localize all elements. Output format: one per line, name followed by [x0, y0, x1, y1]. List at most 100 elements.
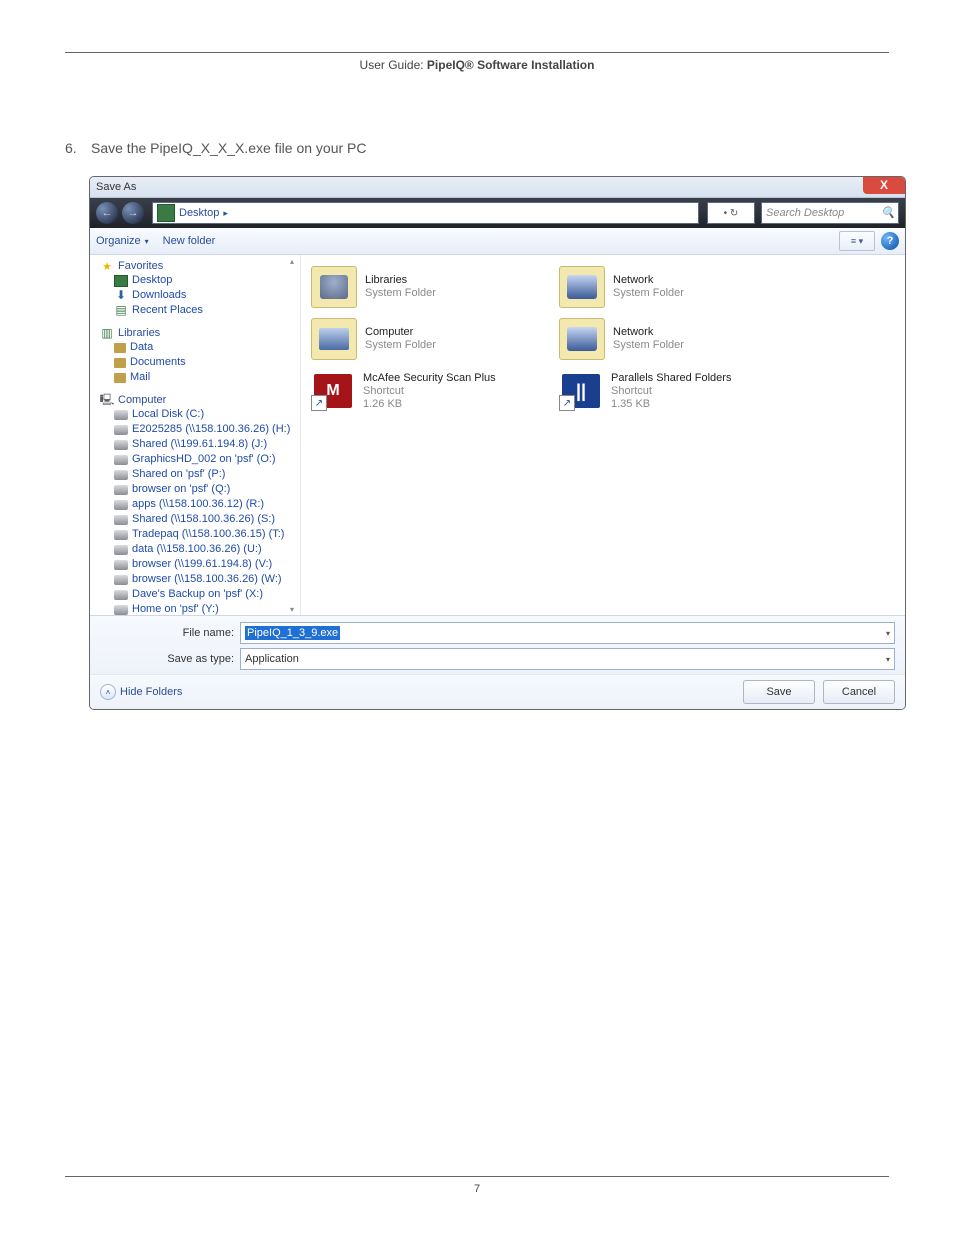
tile-meta: System Folder — [613, 339, 684, 352]
network-drive-icon — [114, 590, 128, 600]
hdd-icon — [114, 410, 128, 420]
search-icon: 🔍 — [881, 206, 895, 220]
nav-favorites[interactable]: ★ Favorites — [100, 259, 300, 273]
search-placeholder: Search Desktop — [766, 207, 844, 219]
nav-tree[interactable]: ▴ ★ Favorites Desktop ⬇Downloads ▤Recent… — [90, 255, 301, 615]
nav-item-drive[interactable]: GraphicsHD_002 on 'psf' (O:) — [114, 452, 300, 467]
breadcrumb-label: Desktop — [179, 207, 219, 219]
nav-item-downloads[interactable]: ⬇Downloads — [114, 288, 300, 303]
toolbar-right: ≡ ▾ ? — [839, 231, 899, 251]
chevron-right-icon: ▸ — [223, 208, 228, 219]
tile-meta: System Folder — [613, 287, 684, 300]
content-tile[interactable]: MMcAfee Security Scan PlusShortcut1.26 K… — [307, 365, 555, 417]
network-drive-icon — [114, 485, 128, 495]
network-drive-icon — [114, 470, 128, 480]
nav-item-drive[interactable]: Home on 'psf' (Y:) — [114, 602, 300, 615]
tile-label: ComputerSystem Folder — [365, 326, 436, 352]
network-drive-icon — [114, 530, 128, 540]
nav-item-label: Home on 'psf' (Y:) — [132, 602, 219, 615]
nav-item-drive[interactable]: E2025285 (\\158.100.36.26) (H:) — [114, 422, 300, 437]
breadcrumb[interactable]: Desktop ▸ — [152, 202, 699, 224]
nav-item-desktop[interactable]: Desktop — [114, 273, 300, 288]
nav-computer[interactable]: 🖳 Computer — [100, 393, 300, 407]
nav-item-drive[interactable]: apps (\\158.100.36.12) (R:) — [114, 497, 300, 512]
folder-icon — [114, 373, 126, 383]
tile-label: McAfee Security Scan PlusShortcut1.26 KB — [363, 372, 496, 411]
nav-item-label: E2025285 (\\158.100.36.26) (H:) — [132, 422, 290, 437]
tile-meta: System Folder — [365, 287, 436, 300]
download-icon: ⬇ — [114, 289, 128, 303]
chevron-up-icon: ˄ — [100, 684, 116, 700]
nav-item-drive[interactable]: browser on 'psf' (Q:) — [114, 482, 300, 497]
nav-item-label: Tradepaq (\\158.100.36.15) (T:) — [132, 527, 284, 542]
hide-folders-button[interactable]: ˄ Hide Folders — [100, 684, 182, 700]
hide-folders-label: Hide Folders — [120, 686, 182, 698]
view-button[interactable]: ≡ ▾ — [839, 231, 875, 251]
nav-item-drive[interactable]: Shared on 'psf' (P:) — [114, 467, 300, 482]
nav-item-label: Mail — [130, 370, 150, 385]
nav-item-mail[interactable]: Mail — [114, 370, 300, 385]
tile-meta: System Folder — [365, 339, 436, 352]
nav-favorites-label: Favorites — [118, 260, 163, 272]
nav-item-drive[interactable]: Shared (\\199.61.194.8) (J:) — [114, 437, 300, 452]
page-number: 7 — [65, 1183, 889, 1195]
tile-thumbnail — [559, 266, 605, 308]
nav-item-label: Dave's Backup on 'psf' (X:) — [132, 587, 263, 602]
content-tile[interactable]: LibrariesSystem Folder — [307, 261, 555, 313]
tile-meta: Shortcut — [363, 385, 496, 398]
nav-item-drive[interactable]: data (\\158.100.36.26) (U:) — [114, 542, 300, 557]
chevron-down-icon: ▾ — [145, 237, 149, 246]
folder-icon — [114, 343, 126, 353]
nav-item-label: browser (\\158.100.36.26) (W:) — [132, 572, 282, 587]
content-tile[interactable]: NetworkSystem Folder — [555, 261, 803, 313]
desktop-icon — [114, 275, 128, 287]
filename-input[interactable]: PipeIQ_1_3_9.exe ▾ — [240, 622, 895, 644]
step-row: 6. Save the PipeIQ_X_X_X.exe file on you… — [65, 140, 889, 156]
nav-item-drive[interactable]: browser (\\199.61.194.8) (V:) — [114, 557, 300, 572]
savetype-label: Save as type: — [154, 653, 234, 665]
help-button[interactable]: ? — [881, 232, 899, 250]
nav-item-recent[interactable]: ▤Recent Places — [114, 303, 300, 318]
filename-row: File name: PipeIQ_1_3_9.exe ▾ — [154, 622, 895, 644]
scroll-down-icon: ▾ — [290, 605, 298, 613]
content-pane[interactable]: LibrariesSystem Folder NetworkSystem Fold… — [301, 255, 905, 615]
computer-icon: 🖳 — [100, 393, 114, 407]
nav-item-drive[interactable]: Local Disk (C:) — [114, 407, 300, 422]
header-strong: PipeIQ® Software Installation — [427, 58, 595, 72]
nav-item-label: Shared on 'psf' (P:) — [132, 467, 225, 482]
content-tile[interactable]: NetworkSystem Folder — [555, 313, 803, 365]
nav-item-drive[interactable]: Shared (\\158.100.36.26) (S:) — [114, 512, 300, 527]
nav-item-label: Documents — [130, 355, 186, 370]
tile-label: NetworkSystem Folder — [613, 274, 684, 300]
nav-item-documents[interactable]: Documents — [114, 355, 300, 370]
star-icon: ★ — [100, 259, 114, 273]
nav-libraries[interactable]: ▥ Libraries — [100, 326, 300, 340]
nav-group-libraries: ▥ Libraries Data Documents Mail — [100, 326, 300, 385]
network-drive-icon — [114, 545, 128, 555]
network-drive-icon — [114, 500, 128, 510]
nav-item-drive[interactable]: Dave's Backup on 'psf' (X:) — [114, 587, 300, 602]
nav-item-data[interactable]: Data — [114, 340, 300, 355]
new-folder-button[interactable]: New folder — [163, 235, 216, 247]
savetype-select[interactable]: Application ▾ — [240, 648, 895, 670]
content-tile[interactable]: ComputerSystem Folder — [307, 313, 555, 365]
save-label: Save — [766, 686, 791, 698]
tile-label: NetworkSystem Folder — [613, 326, 684, 352]
refresh-button[interactable]: • ↻ — [707, 202, 755, 224]
nav-item-drive[interactable]: browser (\\158.100.36.26) (W:) — [114, 572, 300, 587]
content-tile[interactable]: ||Parallels Shared FoldersShortcut1.35 K… — [555, 365, 803, 417]
desktop-icon — [157, 204, 175, 222]
organize-button[interactable]: Organize ▾ — [96, 235, 149, 247]
footer-rule — [65, 1176, 889, 1177]
forward-button[interactable]: → — [122, 202, 144, 224]
close-button[interactable]: X — [863, 176, 905, 194]
search-input[interactable]: Search Desktop 🔍 — [761, 202, 899, 224]
libraries-icon: ▥ — [100, 326, 114, 340]
nav-item-drive[interactable]: Tradepaq (\\158.100.36.15) (T:) — [114, 527, 300, 542]
nav-item-label: Recent Places — [132, 303, 203, 318]
tile-thumbnail: M — [311, 371, 355, 411]
back-button[interactable]: ← — [96, 202, 118, 224]
save-button[interactable]: Save — [743, 680, 815, 704]
nav-libraries-label: Libraries — [118, 327, 160, 339]
cancel-button[interactable]: Cancel — [823, 680, 895, 704]
